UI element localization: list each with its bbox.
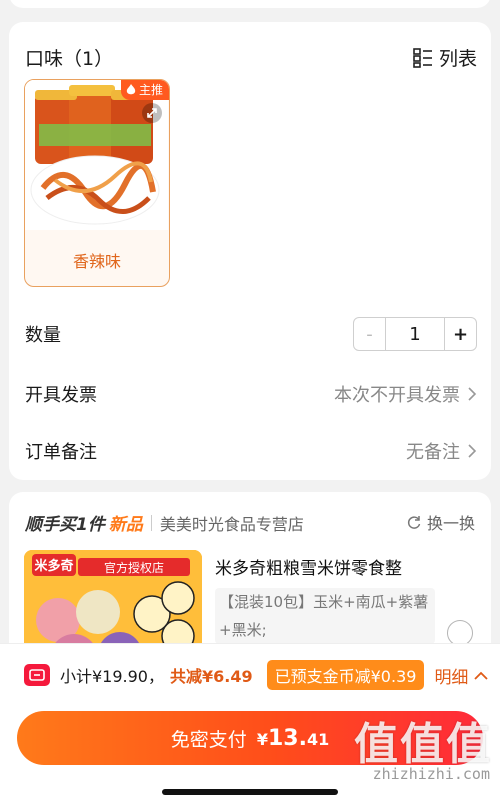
invoice-row[interactable]: 开具发票 本次不开具发票: [25, 379, 477, 409]
expand-icon[interactable]: [141, 102, 163, 124]
store-name[interactable]: 美美时光食品专营店: [160, 511, 304, 535]
pay-label: 免密支付: [170, 728, 247, 751]
quantity-row: 数量 - 1 +: [25, 317, 477, 351]
chevron-right-icon: [468, 387, 477, 401]
list-toggle-label: 列表: [438, 48, 477, 70]
badge-label: 主推: [138, 83, 163, 97]
remark-label: 订单备注: [25, 442, 97, 463]
bundle-title-text: 顺手买1件: [25, 515, 105, 535]
main-recommend-badge: 主推: [120, 80, 169, 100]
remark-row[interactable]: 订单备注 无备注: [25, 436, 477, 466]
bundle-title: 顺手买1件 新品 美美时光食品专营店: [25, 510, 304, 535]
watermark-site: zhizhizhi.com: [372, 765, 490, 783]
invoice-label: 开具发票: [25, 385, 97, 406]
subtotal-text: 小计¥19.90，: [60, 667, 164, 686]
watermark-logo: 值值值: [354, 719, 492, 770]
coupon-icon: [24, 664, 50, 686]
flavor-option-spicy[interactable]: 主推 香辣味: [24, 79, 170, 287]
swap-button[interactable]: 换一换: [406, 510, 475, 534]
quantity-value[interactable]: 1: [386, 318, 444, 350]
svg-text:米多奇: 米多奇: [34, 558, 73, 573]
total-reduction: 共减¥6.49: [170, 667, 253, 686]
quantity-label: 数量: [25, 325, 61, 346]
home-indicator: [162, 789, 338, 795]
pay-amount: ¥13.41: [256, 725, 330, 751]
order-options-card: 口味（1） 列表 主推 香辣味 数量 - 1 + 开具发票 本次不开具发票 订单…: [9, 22, 491, 480]
coin-discount-badge: 已预支金币减¥0.39: [266, 660, 425, 690]
flavor-label: 香辣味: [72, 252, 121, 271]
detail-label: 明细: [434, 667, 469, 688]
swap-label: 换一换: [426, 514, 475, 533]
remark-value: 无备注: [406, 442, 460, 463]
chevron-up-icon: [474, 671, 489, 680]
list-view-toggle[interactable]: 列表: [413, 44, 477, 71]
new-tag: 新品: [108, 515, 143, 535]
add-on-product-spec[interactable]: 【混装10包】玉米+南瓜+紫薯+黑米;: [215, 588, 435, 644]
detail-toggle[interactable]: 明细: [434, 663, 489, 688]
refresh-icon: [407, 516, 421, 529]
add-on-product-title[interactable]: 米多奇粗粮雪米饼零食整: [215, 554, 402, 579]
divider: [150, 514, 152, 531]
quantity-stepper: - 1 +: [353, 317, 477, 351]
decrease-button[interactable]: -: [354, 318, 386, 350]
previous-card: [9, 0, 491, 8]
price-summary: 小计¥19.90， 共减¥6.49 已预支金币减¥0.39 明细: [24, 660, 489, 690]
increase-button[interactable]: +: [444, 318, 476, 350]
flame-icon: [126, 83, 136, 94]
chevron-right-icon: [468, 444, 477, 458]
svg-text:官方授权店: 官方授权店: [104, 560, 164, 575]
flavor-header: 口味（1）: [25, 48, 114, 70]
list-icon: [413, 47, 432, 68]
invoice-value: 本次不开具发票: [334, 385, 460, 406]
